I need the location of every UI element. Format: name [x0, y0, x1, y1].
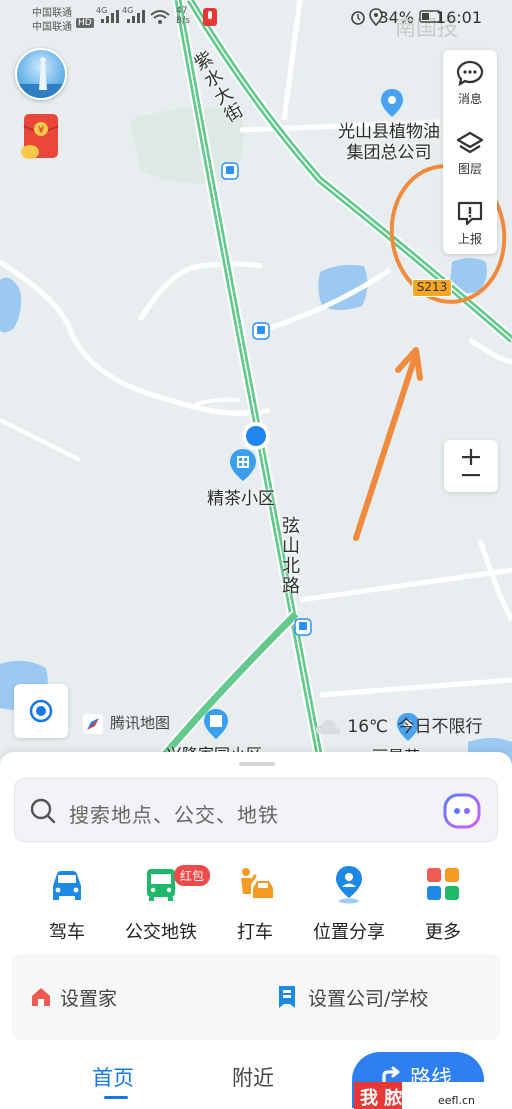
locate-button[interactable] [14, 684, 68, 738]
street-label-north: 弦山北路 [279, 516, 300, 596]
wifi-icon [150, 10, 170, 24]
cloud-icon [315, 719, 341, 735]
layers-label: 图层 [457, 162, 482, 176]
shortcut-location-share-label: 位置分享 [313, 922, 385, 943]
report-button[interactable]: 上报 [443, 190, 497, 252]
location-share-icon [336, 866, 362, 904]
poi-pin-icon[interactable] [379, 88, 405, 118]
map-side-panel: 消息 图层 上报 [443, 50, 497, 254]
carrier-1: 中国联通 [32, 8, 72, 19]
tab-home[interactable]: 首页 [92, 1062, 134, 1092]
zoom-control[interactable] [444, 440, 498, 492]
messages-label: 消息 [457, 92, 482, 106]
report-label: 上报 [457, 232, 482, 246]
tencent-map-label: 腾讯地图 [110, 714, 171, 732]
signal-icon [127, 10, 145, 23]
search-placeholder: 搜索地点、公交、地铁 [69, 803, 279, 827]
voice-assistant-icon[interactable] [443, 793, 481, 829]
carrier-2: 中国联通 [32, 22, 72, 33]
locate-icon [29, 699, 53, 723]
set-company-button[interactable]: 设置公司/学校 [276, 984, 428, 1011]
bus-stop-icon[interactable] [252, 322, 270, 340]
poi-building-icon[interactable] [202, 708, 230, 740]
weather-widget[interactable]: 16℃ 今日不限行 [314, 712, 483, 738]
clock: 16:01 [435, 8, 482, 27]
red-packet-badge: 红包 [174, 865, 211, 886]
net-speed: 47 B/s [176, 6, 190, 26]
zoom-plus-minus-icon [462, 449, 480, 477]
poi-company-label[interactable]: 光山县植物油 集团总公司 [338, 122, 440, 164]
watermark-url: eefl.cn [438, 1094, 475, 1107]
red-packet-icon[interactable]: ¥ [18, 112, 64, 162]
set-company-label: 设置公司/学校 [308, 988, 429, 1010]
set-home-label: 设置家 [60, 988, 118, 1010]
tab-home-indicator [104, 1096, 128, 1099]
messages-button[interactable]: 消息 [443, 50, 497, 112]
office-icon [279, 986, 295, 1008]
layers-button[interactable]: 图层 [443, 120, 497, 182]
alarm-icon [351, 11, 365, 25]
community-pin-icon[interactable] [228, 448, 258, 482]
shortcut-taxi-label: 打车 [237, 922, 273, 943]
taxi-icon [241, 868, 273, 898]
report-icon [457, 201, 483, 226]
search-icon [30, 798, 56, 824]
more-icon [427, 868, 459, 900]
watermark-brand: 我 脓了 [360, 1088, 421, 1109]
layers-icon [456, 131, 484, 154]
bus-stop-icon[interactable] [221, 162, 239, 180]
car-icon [53, 871, 81, 900]
bus-stop-icon[interactable] [294, 618, 312, 636]
set-home-button[interactable]: 设置家 [30, 984, 117, 1011]
highway-shield: S213 [412, 279, 452, 297]
compass-icon [83, 713, 103, 734]
poi-community-label[interactable]: 精茶小区 [207, 484, 275, 509]
map-base [0, 0, 512, 770]
svg-text:¥: ¥ [38, 125, 44, 136]
hd-badge: HD [76, 18, 94, 28]
message-icon [456, 60, 484, 86]
site-watermark: 我 脓了 eefl.cn [354, 1082, 512, 1109]
traffic-restriction: 今日不限行 [397, 717, 483, 737]
temperature: 16℃ [347, 717, 389, 737]
tencent-map-brand: 腾讯地图 [82, 712, 170, 735]
status-bar: 中国联通 中国联通 HD 4G 4G 47 B/s 34% 南国技 16:01 [0, 0, 512, 40]
shortcut-drive-label: 驾车 [49, 922, 85, 943]
shortcut-more-label: 更多 [425, 922, 461, 943]
mic-icon [203, 8, 217, 26]
shortcut-transit-label: 公交地铁 [125, 922, 197, 943]
sheet-drag-handle[interactable] [239, 762, 275, 766]
favorite-places-row: 设置家 设置公司/学校 [12, 954, 500, 1040]
bottom-sheet: 搜索地点、公交、地铁 驾车 公交地铁 红包 打车 位置分享 更多 设置家 设置公… [0, 752, 512, 1109]
signal-icon [101, 10, 119, 23]
tab-nearby[interactable]: 附近 [232, 1062, 274, 1092]
search-bar[interactable]: 搜索地点、公交、地铁 [14, 778, 498, 842]
user-avatar[interactable] [15, 48, 67, 100]
home-icon [32, 988, 50, 1006]
map-canvas[interactable]: 紫水大街 弦山北路 光山县植物油 集团总公司 S213 精茶小区 兴隆家园小区 … [0, 0, 512, 770]
